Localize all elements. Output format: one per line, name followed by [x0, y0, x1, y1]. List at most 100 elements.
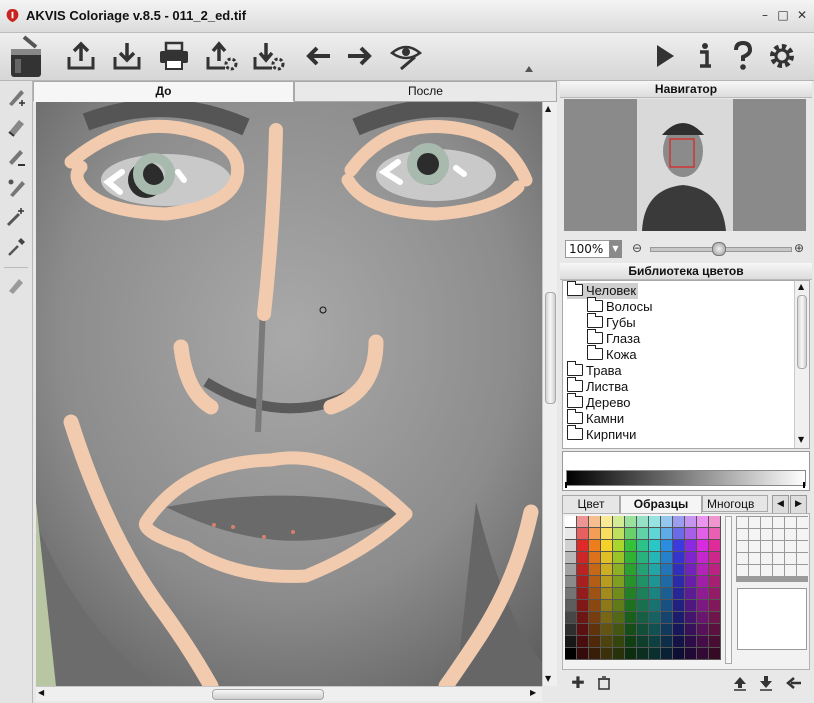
palette-swatch[interactable]: [697, 624, 709, 636]
image-canvas[interactable]: [36, 102, 542, 686]
palette-swatch[interactable]: [625, 636, 637, 648]
scroll-up-icon[interactable]: ▲: [545, 104, 551, 113]
palette-swatch[interactable]: [589, 564, 601, 576]
save-library-icon[interactable]: [758, 675, 774, 691]
palette-swatch[interactable]: [589, 576, 601, 588]
custom-swatch-cell[interactable]: [761, 517, 772, 528]
palette-swatch[interactable]: [685, 612, 697, 624]
palette-swatch[interactable]: [613, 540, 625, 552]
palette-swatch[interactable]: [709, 600, 721, 612]
save-icon[interactable]: [110, 39, 144, 73]
custom-swatch-cell[interactable]: [773, 541, 784, 552]
palette-swatch[interactable]: [625, 516, 637, 528]
zoom-field[interactable]: 100%: [565, 240, 614, 258]
palette-swatch[interactable]: [637, 576, 649, 588]
palette-swatch[interactable]: [673, 528, 685, 540]
palette-swatch[interactable]: [625, 552, 637, 564]
palette-swatch[interactable]: [685, 636, 697, 648]
palette-swatch[interactable]: [697, 612, 709, 624]
palette-swatch[interactable]: [649, 564, 661, 576]
palette-swatch[interactable]: [649, 648, 661, 660]
custom-swatch-cell[interactable]: [737, 553, 748, 564]
palette-swatch[interactable]: [637, 648, 649, 660]
keep-color-pencil-tool-icon[interactable]: [4, 145, 28, 169]
custom-swatch-cell[interactable]: [737, 529, 748, 540]
palette-swatch[interactable]: [685, 576, 697, 588]
palette-swatch[interactable]: [685, 624, 697, 636]
palette-swatch[interactable]: [577, 576, 589, 588]
library-item-foliage[interactable]: Листва: [567, 377, 628, 395]
palette-swatch[interactable]: [697, 516, 709, 528]
palette-swatch[interactable]: [649, 624, 661, 636]
navigator-preview[interactable]: [564, 99, 806, 231]
palette-swatch[interactable]: [673, 564, 685, 576]
custom-swatch-cell[interactable]: [797, 529, 808, 540]
scroll-down-icon[interactable]: ▼: [545, 674, 551, 683]
open-icon[interactable]: [64, 39, 98, 73]
undo-icon[interactable]: [302, 39, 336, 73]
library-item-hair[interactable]: Волосы: [587, 297, 652, 315]
palette-swatch[interactable]: [565, 564, 577, 576]
palette-swatch[interactable]: [589, 528, 601, 540]
palette-swatch[interactable]: [649, 636, 661, 648]
palette-swatch[interactable]: [673, 648, 685, 660]
palette-swatch[interactable]: [613, 612, 625, 624]
custom-swatch-cell[interactable]: [785, 529, 796, 540]
palette-swatch[interactable]: [709, 552, 721, 564]
run-icon[interactable]: [648, 39, 682, 73]
palette-swatch[interactable]: [709, 528, 721, 540]
palette-swatch[interactable]: [685, 588, 697, 600]
palette-swatch[interactable]: [577, 636, 589, 648]
palette-swatch[interactable]: [613, 600, 625, 612]
custom-swatch-cell[interactable]: [785, 565, 796, 576]
palette-swatch[interactable]: [565, 636, 577, 648]
palette-swatch[interactable]: [649, 540, 661, 552]
photo-with-strokes[interactable]: [36, 102, 542, 686]
palette-swatch[interactable]: [565, 576, 577, 588]
palette-swatch[interactable]: [625, 564, 637, 576]
palette-swatch[interactable]: [637, 540, 649, 552]
tabs-left-icon[interactable]: ◀: [772, 495, 789, 514]
palette-swatch[interactable]: [673, 612, 685, 624]
palette-swatch[interactable]: [661, 576, 673, 588]
library-scroll-up-icon[interactable]: ▲: [798, 282, 804, 291]
palette-swatch[interactable]: [649, 588, 661, 600]
toolbar-expand-icon[interactable]: [525, 66, 533, 72]
palette-swatch[interactable]: [613, 636, 625, 648]
palette-scrollbar[interactable]: [725, 516, 732, 664]
custom-swatch-cell[interactable]: [785, 541, 796, 552]
palette-swatch[interactable]: [613, 528, 625, 540]
info-icon[interactable]: [688, 39, 722, 73]
palette-swatch[interactable]: [661, 636, 673, 648]
palette-swatch[interactable]: [637, 528, 649, 540]
palette-swatch[interactable]: [601, 612, 613, 624]
scroll-left-icon[interactable]: ◀: [38, 688, 44, 697]
palette-swatch[interactable]: [697, 564, 709, 576]
palette-swatch[interactable]: [661, 624, 673, 636]
custom-swatch-cell[interactable]: [749, 541, 760, 552]
palette-swatch[interactable]: [649, 612, 661, 624]
palette-swatch[interactable]: [589, 624, 601, 636]
help-icon[interactable]: [726, 39, 760, 73]
tab-before[interactable]: До: [33, 81, 294, 102]
custom-swatch-cell[interactable]: [797, 553, 808, 564]
magic-tool-icon[interactable]: [4, 205, 28, 229]
eye-preview-icon[interactable]: [389, 39, 423, 73]
palette-swatch[interactable]: [637, 516, 649, 528]
palette-swatch[interactable]: [697, 576, 709, 588]
tab-after[interactable]: После: [294, 81, 557, 102]
palette-swatch[interactable]: [601, 648, 613, 660]
color-gradient-strip[interactable]: [562, 451, 810, 491]
palette-swatch[interactable]: [613, 588, 625, 600]
close-button[interactable]: ✕: [795, 8, 809, 22]
palette-swatch[interactable]: [673, 552, 685, 564]
tab-samples[interactable]: Образцы: [620, 495, 702, 514]
palette-swatch[interactable]: [685, 648, 697, 660]
zoom-in-icon[interactable]: ⊕: [794, 241, 804, 255]
color-palette[interactable]: [565, 516, 723, 662]
gradient-marker-left[interactable]: [565, 482, 567, 488]
add-icon[interactable]: ✚: [570, 675, 586, 691]
save-settings-icon[interactable]: [252, 39, 286, 73]
custom-swatch-cell[interactable]: [797, 541, 808, 552]
palette-swatch[interactable]: [649, 552, 661, 564]
